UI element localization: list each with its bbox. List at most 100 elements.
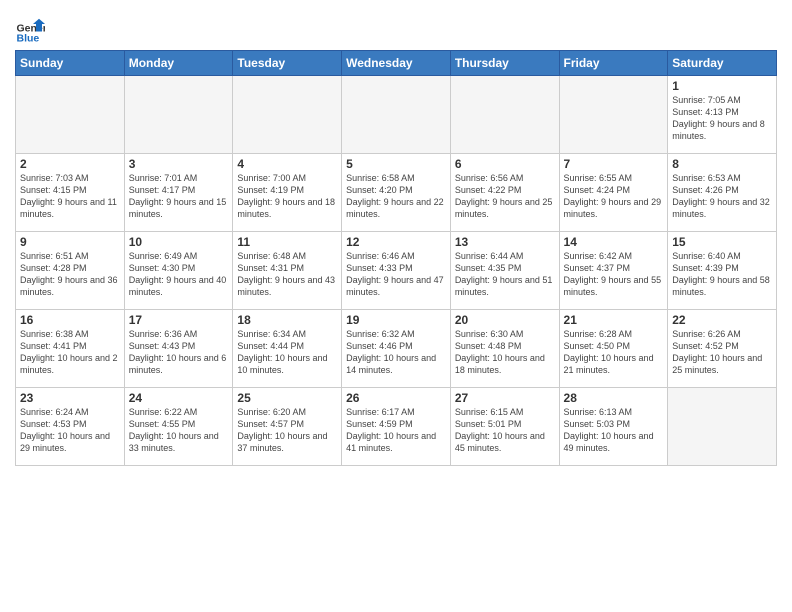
weekday-header-tuesday: Tuesday — [233, 51, 342, 76]
weekday-header-friday: Friday — [559, 51, 668, 76]
calendar-cell: 10Sunrise: 6:49 AM Sunset: 4:30 PM Dayli… — [124, 232, 233, 310]
day-number: 1 — [672, 79, 772, 93]
day-info: Sunrise: 6:34 AM Sunset: 4:44 PM Dayligh… — [237, 328, 337, 377]
day-info: Sunrise: 6:46 AM Sunset: 4:33 PM Dayligh… — [346, 250, 446, 299]
calendar-cell: 9Sunrise: 6:51 AM Sunset: 4:28 PM Daylig… — [16, 232, 125, 310]
day-info: Sunrise: 6:28 AM Sunset: 4:50 PM Dayligh… — [564, 328, 664, 377]
day-number: 2 — [20, 157, 120, 171]
main-container: General Blue SundayMondayTuesdayWednesda… — [0, 0, 792, 476]
logo-icon: General Blue — [15, 15, 45, 45]
day-number: 14 — [564, 235, 664, 249]
day-info: Sunrise: 6:38 AM Sunset: 4:41 PM Dayligh… — [20, 328, 120, 377]
day-number: 21 — [564, 313, 664, 327]
weekday-header-thursday: Thursday — [450, 51, 559, 76]
logo: General Blue — [15, 15, 45, 45]
calendar-cell — [124, 76, 233, 154]
day-number: 15 — [672, 235, 772, 249]
calendar-cell: 1Sunrise: 7:05 AM Sunset: 4:13 PM Daylig… — [668, 76, 777, 154]
calendar-cell: 12Sunrise: 6:46 AM Sunset: 4:33 PM Dayli… — [342, 232, 451, 310]
day-number: 3 — [129, 157, 229, 171]
calendar-cell: 25Sunrise: 6:20 AM Sunset: 4:57 PM Dayli… — [233, 388, 342, 466]
day-info: Sunrise: 6:20 AM Sunset: 4:57 PM Dayligh… — [237, 406, 337, 455]
day-number: 9 — [20, 235, 120, 249]
calendar-cell: 5Sunrise: 6:58 AM Sunset: 4:20 PM Daylig… — [342, 154, 451, 232]
calendar-week-3: 16Sunrise: 6:38 AM Sunset: 4:41 PM Dayli… — [16, 310, 777, 388]
day-number: 25 — [237, 391, 337, 405]
calendar-cell: 27Sunrise: 6:15 AM Sunset: 5:01 PM Dayli… — [450, 388, 559, 466]
day-info: Sunrise: 6:48 AM Sunset: 4:31 PM Dayligh… — [237, 250, 337, 299]
day-number: 8 — [672, 157, 772, 171]
calendar-week-4: 23Sunrise: 6:24 AM Sunset: 4:53 PM Dayli… — [16, 388, 777, 466]
calendar-cell: 6Sunrise: 6:56 AM Sunset: 4:22 PM Daylig… — [450, 154, 559, 232]
weekday-header-wednesday: Wednesday — [342, 51, 451, 76]
day-info: Sunrise: 6:51 AM Sunset: 4:28 PM Dayligh… — [20, 250, 120, 299]
day-info: Sunrise: 6:55 AM Sunset: 4:24 PM Dayligh… — [564, 172, 664, 221]
day-info: Sunrise: 6:13 AM Sunset: 5:03 PM Dayligh… — [564, 406, 664, 455]
weekday-header-saturday: Saturday — [668, 51, 777, 76]
day-info: Sunrise: 7:05 AM Sunset: 4:13 PM Dayligh… — [672, 94, 772, 143]
day-info: Sunrise: 6:49 AM Sunset: 4:30 PM Dayligh… — [129, 250, 229, 299]
calendar-cell — [668, 388, 777, 466]
day-number: 7 — [564, 157, 664, 171]
day-number: 20 — [455, 313, 555, 327]
day-info: Sunrise: 6:17 AM Sunset: 4:59 PM Dayligh… — [346, 406, 446, 455]
calendar-cell: 26Sunrise: 6:17 AM Sunset: 4:59 PM Dayli… — [342, 388, 451, 466]
calendar-week-2: 9Sunrise: 6:51 AM Sunset: 4:28 PM Daylig… — [16, 232, 777, 310]
calendar-cell: 4Sunrise: 7:00 AM Sunset: 4:19 PM Daylig… — [233, 154, 342, 232]
day-number: 23 — [20, 391, 120, 405]
calendar-cell: 24Sunrise: 6:22 AM Sunset: 4:55 PM Dayli… — [124, 388, 233, 466]
calendar-table: SundayMondayTuesdayWednesdayThursdayFrid… — [15, 50, 777, 466]
day-number: 4 — [237, 157, 337, 171]
day-info: Sunrise: 6:44 AM Sunset: 4:35 PM Dayligh… — [455, 250, 555, 299]
day-info: Sunrise: 6:15 AM Sunset: 5:01 PM Dayligh… — [455, 406, 555, 455]
day-number: 16 — [20, 313, 120, 327]
calendar-cell — [16, 76, 125, 154]
day-number: 17 — [129, 313, 229, 327]
calendar-week-0: 1Sunrise: 7:05 AM Sunset: 4:13 PM Daylig… — [16, 76, 777, 154]
calendar-cell — [233, 76, 342, 154]
day-number: 13 — [455, 235, 555, 249]
day-info: Sunrise: 6:22 AM Sunset: 4:55 PM Dayligh… — [129, 406, 229, 455]
day-info: Sunrise: 6:58 AM Sunset: 4:20 PM Dayligh… — [346, 172, 446, 221]
calendar-cell: 3Sunrise: 7:01 AM Sunset: 4:17 PM Daylig… — [124, 154, 233, 232]
day-info: Sunrise: 6:30 AM Sunset: 4:48 PM Dayligh… — [455, 328, 555, 377]
weekday-header-row: SundayMondayTuesdayWednesdayThursdayFrid… — [16, 51, 777, 76]
day-number: 10 — [129, 235, 229, 249]
weekday-header-sunday: Sunday — [16, 51, 125, 76]
calendar-cell: 7Sunrise: 6:55 AM Sunset: 4:24 PM Daylig… — [559, 154, 668, 232]
day-info: Sunrise: 6:42 AM Sunset: 4:37 PM Dayligh… — [564, 250, 664, 299]
header: General Blue — [15, 15, 777, 45]
calendar-cell: 19Sunrise: 6:32 AM Sunset: 4:46 PM Dayli… — [342, 310, 451, 388]
day-info: Sunrise: 7:01 AM Sunset: 4:17 PM Dayligh… — [129, 172, 229, 221]
day-number: 27 — [455, 391, 555, 405]
day-info: Sunrise: 6:53 AM Sunset: 4:26 PM Dayligh… — [672, 172, 772, 221]
svg-text:Blue: Blue — [17, 32, 40, 44]
calendar-cell: 18Sunrise: 6:34 AM Sunset: 4:44 PM Dayli… — [233, 310, 342, 388]
day-number: 24 — [129, 391, 229, 405]
weekday-header-monday: Monday — [124, 51, 233, 76]
calendar-cell: 14Sunrise: 6:42 AM Sunset: 4:37 PM Dayli… — [559, 232, 668, 310]
calendar-cell: 28Sunrise: 6:13 AM Sunset: 5:03 PM Dayli… — [559, 388, 668, 466]
day-number: 26 — [346, 391, 446, 405]
day-number: 18 — [237, 313, 337, 327]
calendar-cell: 16Sunrise: 6:38 AM Sunset: 4:41 PM Dayli… — [16, 310, 125, 388]
day-number: 11 — [237, 235, 337, 249]
calendar-cell: 2Sunrise: 7:03 AM Sunset: 4:15 PM Daylig… — [16, 154, 125, 232]
calendar-cell — [559, 76, 668, 154]
day-info: Sunrise: 6:40 AM Sunset: 4:39 PM Dayligh… — [672, 250, 772, 299]
day-number: 19 — [346, 313, 446, 327]
calendar-cell: 8Sunrise: 6:53 AM Sunset: 4:26 PM Daylig… — [668, 154, 777, 232]
day-info: Sunrise: 6:36 AM Sunset: 4:43 PM Dayligh… — [129, 328, 229, 377]
calendar-cell: 11Sunrise: 6:48 AM Sunset: 4:31 PM Dayli… — [233, 232, 342, 310]
calendar-cell: 23Sunrise: 6:24 AM Sunset: 4:53 PM Dayli… — [16, 388, 125, 466]
calendar-cell: 17Sunrise: 6:36 AM Sunset: 4:43 PM Dayli… — [124, 310, 233, 388]
day-info: Sunrise: 7:00 AM Sunset: 4:19 PM Dayligh… — [237, 172, 337, 221]
calendar-week-1: 2Sunrise: 7:03 AM Sunset: 4:15 PM Daylig… — [16, 154, 777, 232]
day-number: 6 — [455, 157, 555, 171]
day-info: Sunrise: 6:24 AM Sunset: 4:53 PM Dayligh… — [20, 406, 120, 455]
day-info: Sunrise: 7:03 AM Sunset: 4:15 PM Dayligh… — [20, 172, 120, 221]
day-number: 5 — [346, 157, 446, 171]
calendar-cell: 20Sunrise: 6:30 AM Sunset: 4:48 PM Dayli… — [450, 310, 559, 388]
day-info: Sunrise: 6:56 AM Sunset: 4:22 PM Dayligh… — [455, 172, 555, 221]
calendar-cell — [450, 76, 559, 154]
